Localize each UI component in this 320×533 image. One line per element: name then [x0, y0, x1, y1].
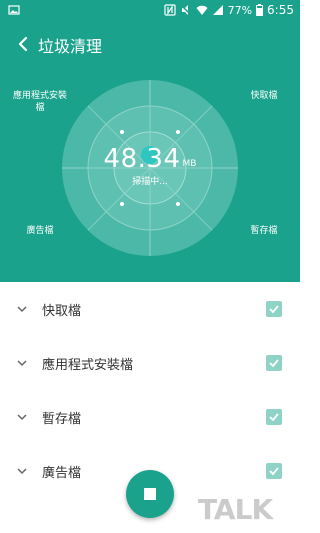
list-item-label: 暫存檔 — [42, 411, 82, 427]
list-item-label: 應用程式安裝檔 — [42, 357, 134, 373]
checkbox[interactable] — [266, 409, 282, 425]
check-icon — [269, 305, 279, 314]
chevron-down-icon[interactable] — [15, 356, 29, 370]
scan-size-value: 48.34 — [103, 143, 181, 174]
check-icon — [269, 359, 279, 368]
chevron-down-icon[interactable] — [15, 302, 29, 316]
app-bar: 垃圾清理 — [0, 22, 300, 66]
radar-label-line: 檔 — [35, 103, 45, 113]
checkbox[interactable] — [266, 355, 282, 371]
battery-percent: 77% — [227, 3, 253, 17]
nfc-icon — [163, 4, 176, 16]
stop-icon — [144, 488, 156, 500]
wifi-icon — [196, 5, 208, 15]
signal-icon — [212, 5, 223, 15]
scan-status: 掃描中... — [132, 176, 168, 187]
chevron-down-icon[interactable] — [15, 410, 29, 424]
radar-label-app-installers: 應用程式安裝 檔 — [8, 90, 72, 114]
battery-icon — [256, 4, 264, 16]
radar-label-ads: 廣告檔 — [26, 226, 54, 236]
header-panel: 77% 6:55 垃圾清理 48.34 MB 掃描中... 應用程式安裝 檔 快… — [0, 0, 300, 282]
chevron-down-icon[interactable] — [15, 464, 29, 478]
scan-readout: 48.34 MB 掃描中... — [60, 78, 240, 258]
list-item-label: 廣告檔 — [42, 465, 82, 481]
list-item[interactable]: 應用程式安裝檔 — [0, 336, 300, 390]
scan-radar: 48.34 MB 掃描中... — [60, 78, 240, 258]
radar-label-temp: 暫存檔 — [250, 226, 278, 236]
chevron-left-icon — [18, 36, 28, 52]
radar-label-cache: 快取檔 — [250, 91, 278, 101]
status-bar: 77% 6:55 — [0, 0, 300, 22]
list-item[interactable]: 快取檔 — [0, 282, 300, 336]
list-item-label: 快取檔 — [42, 303, 82, 319]
stop-scan-button[interactable] — [126, 470, 174, 518]
list-item[interactable]: 暫存檔 — [0, 390, 300, 444]
watermark-logo: TALK — [198, 493, 273, 526]
page-title: 垃圾清理 — [38, 37, 103, 56]
clock: 6:55 — [267, 3, 294, 17]
radar-label-line: 應用程式安裝 — [12, 91, 67, 101]
image-icon — [8, 5, 20, 15]
mute-icon — [180, 4, 192, 16]
checkbox[interactable] — [266, 463, 282, 479]
check-icon — [269, 467, 279, 476]
check-icon — [269, 413, 279, 422]
back-button[interactable] — [8, 29, 38, 59]
scan-size-unit: MB — [182, 158, 197, 169]
checkbox[interactable] — [266, 301, 282, 317]
